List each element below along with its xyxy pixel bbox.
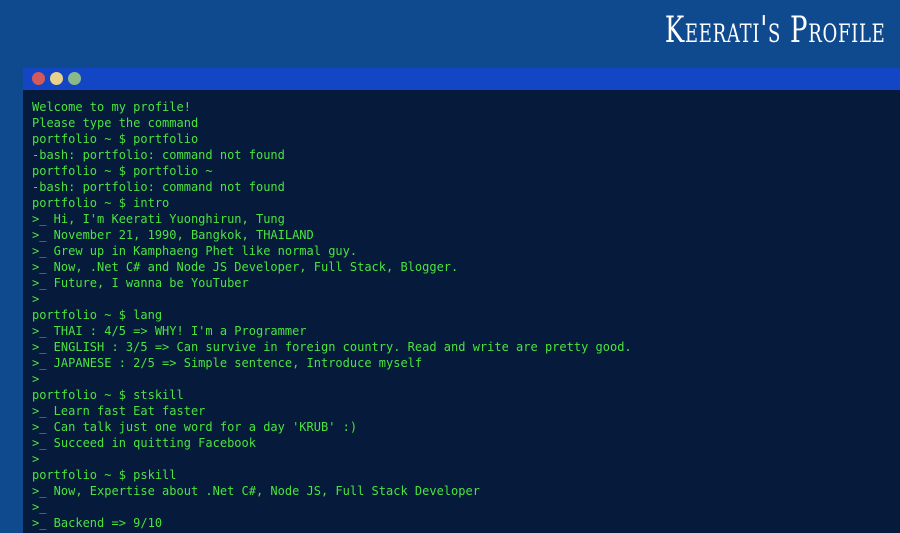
terminal-line: Please type the command xyxy=(32,116,199,130)
terminal-line: portfolio ~ $ intro xyxy=(32,196,170,210)
terminal-line: > xyxy=(32,292,40,306)
terminal-line: portfolio ~ $ pskill xyxy=(32,468,177,482)
terminal-line: >_ Hi, I'm Keerati Yuonghirun, Tung xyxy=(32,212,285,226)
terminal-line: >_ Future, I wanna be YouTuber xyxy=(32,276,249,290)
terminal-line: -bash: portfolio: command not found xyxy=(32,148,285,162)
close-dot-icon[interactable] xyxy=(32,72,45,85)
terminal-line: portfolio ~ $ portfolio ~ xyxy=(32,164,213,178)
terminal-line: >_ November 21, 1990, Bangkok, THAILAND xyxy=(32,228,314,242)
terminal-line: > xyxy=(32,372,40,386)
terminal-line: >_ Can talk just one word for a day 'KRU… xyxy=(32,420,358,434)
terminal-titlebar xyxy=(23,68,900,90)
minimize-dot-icon[interactable] xyxy=(50,72,63,85)
terminal-window: Welcome to my profile! Please type the co… xyxy=(23,68,900,533)
terminal-line: portfolio ~ $ stskill xyxy=(32,388,184,402)
terminal-line: >_ THAI : 4/5 => WHY! I'm a Programmer xyxy=(32,324,307,338)
terminal-line: >_ Succeed in quitting Facebook xyxy=(32,436,256,450)
terminal-line: >_ Backend => 9/10 xyxy=(32,516,163,530)
terminal-output[interactable]: Welcome to my profile! Please type the co… xyxy=(23,90,900,531)
terminal-line: >_ Learn fast Eat faster xyxy=(32,404,206,418)
page-title: Keerati's Profile xyxy=(665,10,886,51)
terminal-line: >_ ENGLISH : 3/5 => Can survive in forei… xyxy=(32,340,632,354)
terminal-line: portfolio ~ $ portfolio xyxy=(32,132,199,146)
terminal-line: > xyxy=(32,452,40,466)
terminal-line: >_ Now, .Net C# and Node JS Developer, F… xyxy=(32,260,459,274)
terminal-line: >_ Grew up in Kamphaeng Phet like normal… xyxy=(32,244,358,258)
terminal-line: >_ xyxy=(32,500,47,514)
terminal-line: Welcome to my profile! xyxy=(32,100,191,114)
terminal-line: >_ Now, Expertise about .Net C#, Node JS… xyxy=(32,484,480,498)
terminal-line: >_ JAPANESE : 2/5 => Simple sentence, In… xyxy=(32,356,423,370)
terminal-line: -bash: portfolio: command not found xyxy=(32,180,285,194)
terminal-line: portfolio ~ $ lang xyxy=(32,308,163,322)
maximize-dot-icon[interactable] xyxy=(68,72,81,85)
